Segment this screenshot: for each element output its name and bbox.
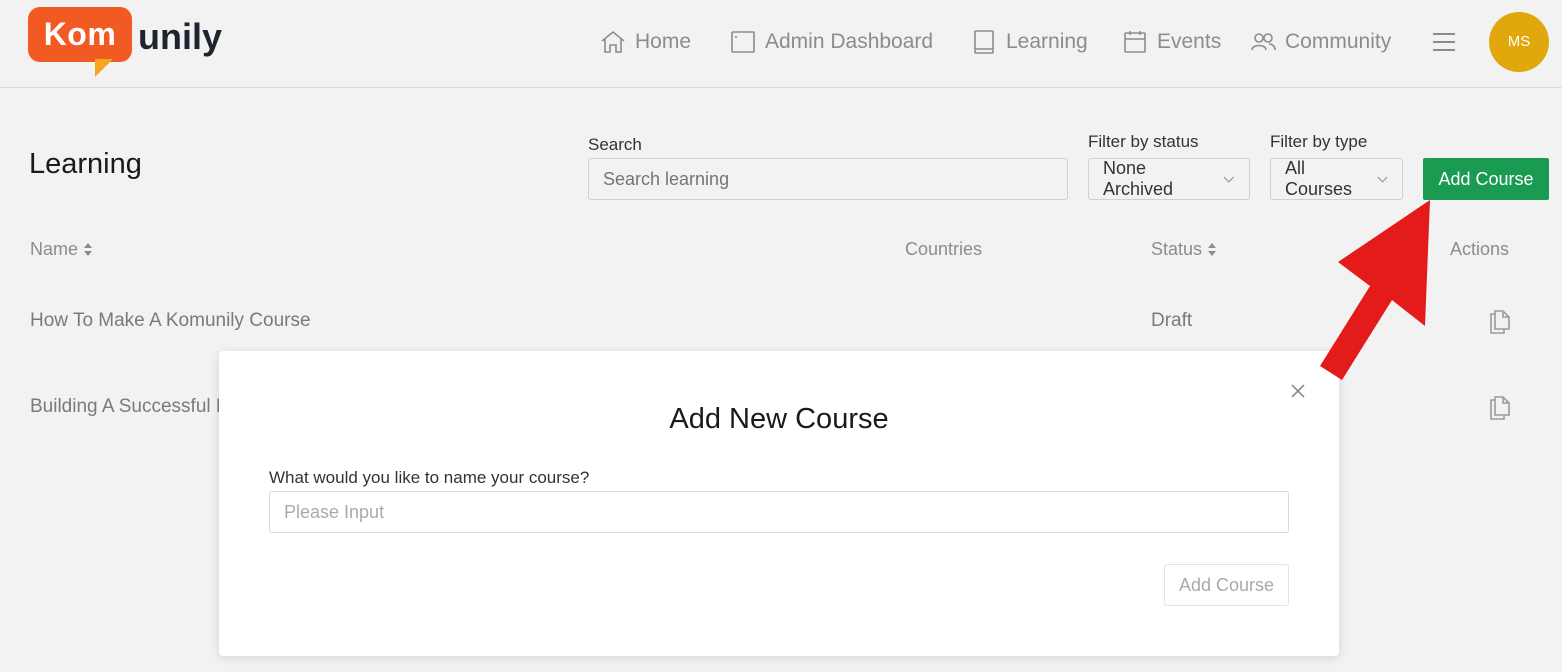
close-icon[interactable] [1288, 381, 1308, 401]
hamburger-icon[interactable] [1430, 28, 1458, 56]
home-icon [601, 30, 625, 53]
column-header-label: Name [30, 239, 79, 259]
logo-speech-tail [95, 59, 113, 77]
column-header-name[interactable]: Name [30, 239, 93, 260]
nav-item-label: Home [635, 30, 692, 53]
nav-item-label: Admin Dashboard [765, 30, 934, 53]
column-header-status[interactable]: Status [1151, 239, 1217, 260]
column-header-label: Status [1151, 239, 1203, 259]
column-header-label: Actions [1450, 239, 1510, 259]
status-filter-label: Filter by status [1088, 132, 1199, 151]
logo-badge: Kom [28, 7, 132, 62]
type-filter-value: All Courses [1285, 158, 1353, 199]
add-course-modal: Add New Course What would you like to na… [219, 351, 1339, 656]
window-icon [731, 31, 755, 53]
logo-text: unily [138, 16, 223, 57]
search-label: Search [588, 135, 642, 154]
modal-title: Add New Course [669, 403, 889, 435]
nav-item-community[interactable]: Community [1249, 22, 1391, 62]
course-status: Draft [1151, 310, 1193, 331]
type-filter-select[interactable]: All Courses [1270, 158, 1403, 200]
type-filter-label: Filter by type [1270, 132, 1368, 151]
modal-add-course-button[interactable]: Add Course [1164, 564, 1289, 606]
user-avatar[interactable]: MS [1489, 12, 1549, 72]
top-navigation-bar: Kom unily Home Admin Dashboard Learning … [0, 0, 1562, 88]
sort-icon [84, 243, 93, 256]
status-filter-value: None Archived [1103, 158, 1174, 199]
course-name-input[interactable] [269, 491, 1289, 533]
page-title: Learning [29, 148, 142, 180]
book-icon [974, 30, 994, 54]
nav-item-label: Events [1157, 30, 1222, 53]
status-filter-select[interactable]: None Archived [1088, 158, 1250, 200]
calendar-icon [1124, 31, 1146, 53]
nav-item-home[interactable]: Home [599, 22, 691, 62]
sort-icon [1208, 243, 1217, 256]
nav-item-label: Learning [1006, 30, 1088, 53]
nav-item-admin-dashboard[interactable]: Admin Dashboard [729, 22, 933, 62]
nav-item-label: Community [1285, 30, 1392, 53]
column-header-countries: Countries [905, 239, 982, 260]
copy-icon[interactable] [1487, 392, 1513, 420]
column-header-actions: Actions [1450, 239, 1509, 260]
nav-item-events[interactable]: Events [1121, 22, 1221, 62]
add-course-button[interactable]: Add Course [1423, 158, 1549, 200]
course-name[interactable]: How To Make A Komunily Course [30, 310, 311, 332]
course-name[interactable]: Building A Successful K [30, 396, 229, 418]
column-header-label: Countries [905, 239, 983, 259]
users-icon [1251, 33, 1276, 51]
copy-icon[interactable] [1487, 306, 1513, 334]
komunily-logo[interactable]: Kom unily [28, 7, 238, 77]
chevron-down-icon [1377, 176, 1388, 183]
chevron-down-icon [1223, 176, 1235, 183]
nav-item-learning[interactable]: Learning [970, 22, 1088, 62]
search-input[interactable] [588, 158, 1068, 200]
course-name-label: What would you like to name your course? [269, 468, 590, 487]
